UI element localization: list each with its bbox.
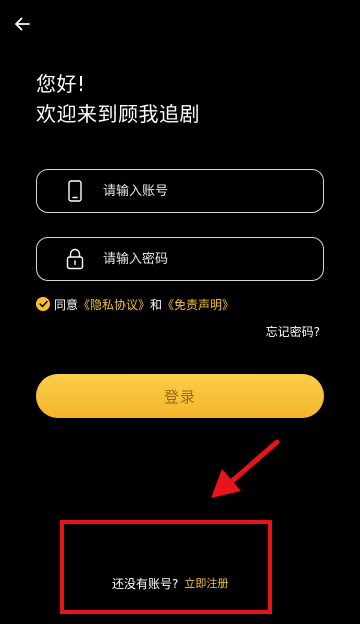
- account-input[interactable]: [103, 176, 323, 206]
- login-button[interactable]: 登录: [36, 374, 324, 418]
- agreement-conjunction: 和: [150, 297, 163, 312]
- password-input[interactable]: [103, 244, 323, 274]
- welcome-title: 欢迎来到顾我追剧: [36, 102, 200, 126]
- arrow-left-icon: [15, 17, 30, 31]
- privacy-policy-link[interactable]: 《隐私协议》: [78, 296, 150, 313]
- lock-icon: [65, 247, 85, 271]
- annotation-highlight-box: [60, 520, 272, 614]
- annotation-arrow-icon: [211, 439, 280, 498]
- forgot-password-link[interactable]: 忘记密码?: [266, 323, 320, 340]
- phone-icon: [65, 179, 85, 203]
- agreement-checkbox[interactable]: [36, 297, 50, 311]
- greeting-text: 您好!: [36, 72, 86, 96]
- account-field[interactable]: [36, 169, 324, 213]
- disclaimer-link[interactable]: 《免责声明》: [162, 296, 234, 313]
- check-icon: [38, 300, 48, 308]
- register-question: 还没有账号?: [112, 576, 179, 591]
- login-screen: 您好! 欢迎来到顾我追剧 同意 《隐私协议》 和 《免责: [0, 0, 360, 624]
- register-row: 还没有账号? 立即注册: [112, 574, 228, 592]
- password-field[interactable]: [36, 237, 324, 281]
- agreement-row: 同意 《隐私协议》 和 《免责声明》: [36, 295, 234, 313]
- agreement-prefix: 同意: [54, 297, 79, 312]
- back-button[interactable]: [8, 10, 36, 38]
- register-link[interactable]: 立即注册: [184, 575, 228, 591]
